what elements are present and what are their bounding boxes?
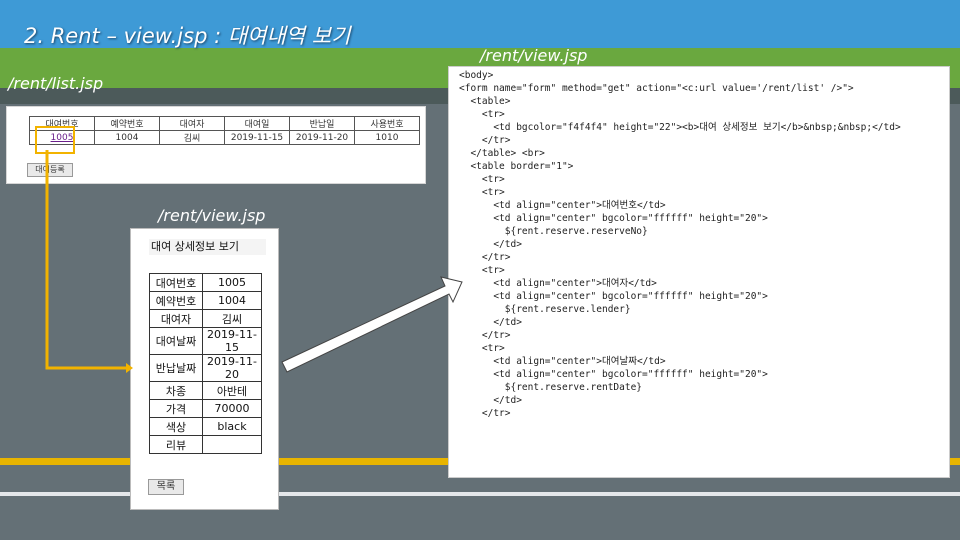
- yellow-connector-arrow: [45, 150, 126, 370]
- connector-overlay: [45, 150, 463, 373]
- yellow-arrowhead: [126, 363, 133, 373]
- white-block-arrow: [281, 276, 463, 373]
